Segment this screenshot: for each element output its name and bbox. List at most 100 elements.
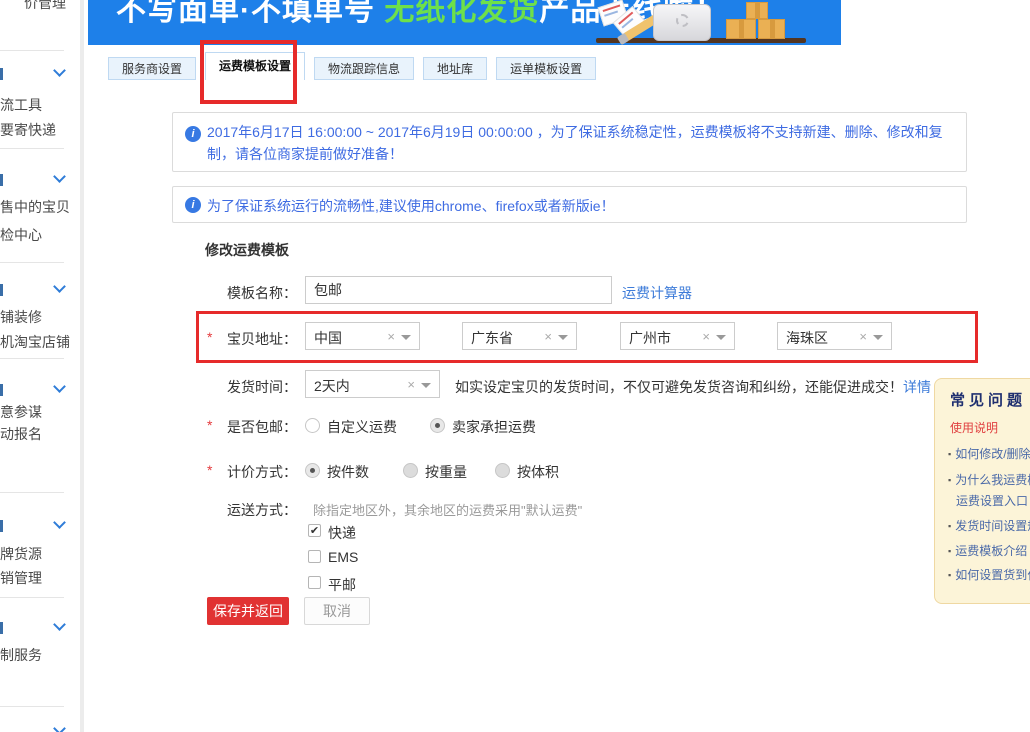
faq-panel: 常见问题 使用说明 ▪如何修改/删除运费模板 ▪为什么我运费模板上的 运费设置入… [934, 378, 1030, 604]
checkbox-ems[interactable] [308, 550, 321, 563]
sidebar-group-header[interactable] [0, 620, 80, 636]
sidebar-item[interactable]: 制服务 [0, 645, 42, 665]
details-link[interactable]: 详情 [903, 379, 931, 395]
left-sidebar: 价管理 流工具 要寄快递 售中的宝贝 检中心 铺装修 机淘宝店铺 意参谋 动报名 [0, 0, 84, 732]
radio-by-piece-label: 按件数 [327, 462, 369, 482]
radio-custom-freight-label: 自定义运费 [327, 417, 397, 437]
sidebar-item[interactable]: 铺装修 [0, 307, 42, 327]
clear-icon[interactable]: × [387, 329, 395, 344]
tab-service-provider[interactable]: 服务商设置 [108, 57, 196, 80]
sidebar-group-header[interactable] [0, 282, 80, 298]
group-label-clipped [0, 68, 3, 80]
tab-shipping-template[interactable]: 运费模板设置 [205, 52, 305, 80]
printer-icon [653, 4, 711, 41]
seller-admin-page: 价管理 流工具 要寄快递 售中的宝贝 检中心 铺装修 机淘宝店铺 意参谋 动报名 [0, 0, 1030, 732]
page-title: 修改运费模板 [205, 240, 289, 260]
faq-item-wrap-line[interactable]: 运费设置入口 [956, 492, 1028, 509]
address-select-district[interactable]: 海珠区 × [777, 322, 892, 350]
settings-tab-bar: 服务商设置 运费模板设置 物流跟踪信息 地址库 运单模板设置 [108, 57, 605, 80]
dropdown-arrow-icon[interactable] [401, 335, 411, 340]
delivery-time-tip: 如实设定宝贝的发货时间，不仅可避免发货咨询和纠纷，还能促进成交！详情 [455, 377, 931, 397]
sidebar-item-top[interactable]: 价管理 [24, 0, 66, 13]
template-name-label: 模板名称： [190, 283, 297, 303]
address-select-city[interactable]: 广州市 × [620, 322, 735, 350]
chevron-down-icon [53, 380, 66, 393]
radio-seller-pays[interactable] [430, 418, 445, 433]
cancel-button[interactable]: 取消 [304, 597, 370, 625]
radio-custom-freight[interactable] [305, 418, 320, 433]
freight-calculator-link[interactable]: 运费计算器 [622, 283, 692, 303]
chevron-down-icon [53, 170, 66, 183]
sidebar-right-border [80, 0, 84, 732]
clear-icon[interactable]: × [859, 329, 867, 344]
checkbox-ems-label: EMS [328, 549, 358, 565]
checkbox-express-label: 快递 [328, 523, 356, 543]
sidebar-item[interactable]: 流工具 [0, 95, 42, 115]
radio-by-piece[interactable] [305, 463, 320, 478]
sidebar-group-header[interactable] [0, 518, 80, 534]
clear-icon[interactable]: × [407, 377, 415, 392]
faq-item[interactable]: ▪如何修改/删除运费模板 [948, 445, 1030, 462]
chevron-down-icon [53, 280, 66, 293]
sidebar-item[interactable]: 动报名 [0, 424, 42, 444]
sidebar-item[interactable]: 牌货源 [0, 544, 42, 564]
faq-item[interactable]: ▪发货时间设置规则 [948, 517, 1030, 534]
radio-by-volume[interactable] [495, 463, 510, 478]
chevron-down-icon [53, 516, 66, 529]
address-select-province[interactable]: 广东省 × [462, 322, 577, 350]
checkbox-express[interactable]: ✔ [308, 524, 321, 537]
radio-by-weight[interactable] [403, 463, 418, 478]
tab-logistics-tracking[interactable]: 物流跟踪信息 [314, 57, 414, 80]
sidebar-item[interactable]: 机淘宝店铺 [0, 332, 70, 352]
notice-text: 2017年6月17日 16:00:00 ~ 2017年6月19日 00:00:0… [207, 121, 949, 165]
faq-title: 常见问题 [950, 389, 1026, 410]
clear-icon[interactable]: × [544, 329, 552, 344]
sidebar-divider [0, 706, 64, 707]
tab-waybill-template[interactable]: 运单模板设置 [496, 57, 596, 80]
group-label-clipped [0, 284, 3, 296]
dropdown-arrow-icon[interactable] [558, 335, 568, 340]
info-icon: i [185, 197, 201, 213]
sidebar-item[interactable]: 检中心 [0, 225, 42, 245]
info-icon: i [185, 126, 201, 142]
dropdown-arrow-icon[interactable] [716, 335, 726, 340]
chevron-down-icon [53, 64, 66, 77]
faq-item[interactable]: ▪运费模板介绍 [948, 542, 1027, 559]
dropdown-arrow-icon[interactable] [873, 335, 883, 340]
sidebar-item[interactable]: 售中的宝贝 [0, 197, 70, 217]
clear-icon[interactable]: × [702, 329, 710, 344]
radio-by-weight-label: 按重量 [425, 462, 467, 482]
sidebar-group-header[interactable] [0, 172, 80, 188]
delivery-time-select[interactable]: 2天内 × [305, 370, 440, 398]
sidebar-item[interactable]: 要寄快递 [0, 120, 56, 140]
dropdown-arrow-icon[interactable] [421, 383, 431, 388]
group-label-clipped [0, 384, 3, 396]
system-notice-1: i 2017年6月17日 16:00:00 ~ 2017年6月19日 00:00… [172, 112, 967, 172]
notice-text: 为了保证系统运行的流畅性,建议使用chrome、firefox或者新版ie！ [207, 195, 949, 217]
group-label-clipped [0, 174, 3, 186]
sidebar-item[interactable]: 意参谋 [0, 402, 42, 422]
checkbox-surface-mail-label: 平邮 [328, 575, 356, 595]
checkbox-surface-mail[interactable] [308, 576, 321, 589]
promo-banner[interactable]: 不写面单·不填单号 无纸化发货产品上线啦！ [88, 0, 841, 45]
bullet-icon: ▪ [948, 521, 951, 531]
sidebar-group-header[interactable] [0, 724, 80, 732]
sidebar-item[interactable]: 销管理 [0, 568, 42, 588]
sidebar-group-header[interactable] [0, 382, 80, 398]
faq-item[interactable]: ▪为什么我运费模板上的 [948, 471, 1030, 488]
chevron-down-icon [53, 722, 66, 732]
delivery-time-label: 发货时间： [190, 377, 297, 397]
template-name-input[interactable] [305, 276, 612, 304]
faq-item[interactable]: ▪如何设置货到付款 [948, 566, 1030, 583]
system-notice-2: i 为了保证系统运行的流畅性,建议使用chrome、firefox或者新版ie！ [172, 186, 967, 223]
sidebar-group-header[interactable] [0, 66, 80, 82]
usage-instructions-link[interactable]: 使用说明 [950, 419, 998, 436]
address-select-country[interactable]: 中国 × [305, 322, 420, 350]
save-and-return-button[interactable]: 保存并返回 [207, 597, 289, 625]
tab-address-book[interactable]: 地址库 [423, 57, 487, 80]
parcel-boxes-icon [726, 0, 790, 40]
sidebar-divider [0, 358, 64, 359]
item-address-label: 宝贝地址： [190, 329, 297, 349]
shipping-method-label: 运送方式： [190, 500, 297, 520]
pricing-method-label: 计价方式： [190, 462, 297, 482]
